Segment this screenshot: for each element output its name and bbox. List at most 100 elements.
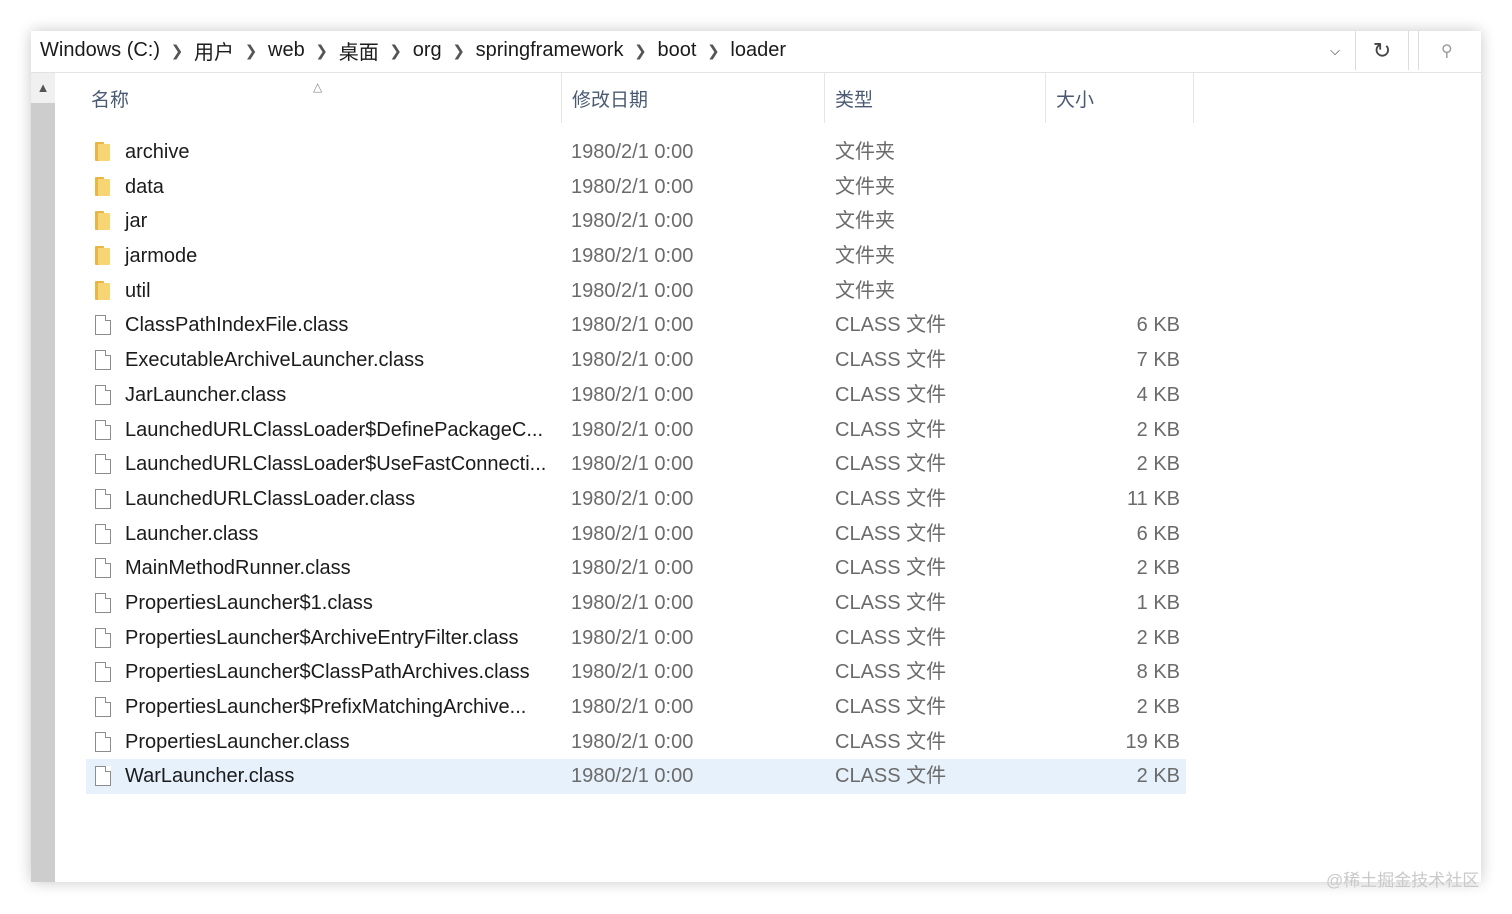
watermark: @稀土掘金技术社区	[1326, 871, 1480, 890]
file-type: 文件夹	[835, 210, 895, 233]
file-type: 文件夹	[835, 175, 895, 198]
file-icon	[95, 766, 111, 787]
file-date: 1980/2/1 0:00	[571, 349, 694, 372]
scroll-up-icon: ▲	[36, 79, 50, 95]
file-date: 1980/2/1 0:00	[571, 696, 694, 718]
file-size: 11 KB	[1127, 487, 1180, 510]
file-date: 1980/2/1 0:00	[571, 661, 694, 684]
file-type: CLASS 文件	[835, 383, 947, 406]
column-header-name[interactable]: 名称	[91, 73, 561, 123]
file-icon	[95, 662, 111, 683]
column-header-size[interactable]: 大小	[1045, 73, 1194, 123]
scroll-up-button[interactable]: ▲	[31, 73, 55, 101]
chevron-right-icon[interactable]: ❯	[445, 42, 473, 60]
address-bar[interactable]: Windows (C:) ❯ 用户 ❯ web ❯ 桌面 ❯ org ❯ spr…	[31, 31, 1481, 73]
file-icon	[95, 558, 111, 579]
file-row[interactable]: JarLauncher.class 1980/2/1 0:00 CLASS 文件 4 …	[86, 378, 1186, 413]
file-row[interactable]: jarmode 1980/2/1 0:00 文件夹	[86, 239, 1186, 274]
file-size: 2 KB	[1136, 418, 1180, 441]
file-icon	[95, 731, 111, 752]
file-name: jarmode	[125, 245, 198, 268]
chevron-right-icon[interactable]: ❯	[699, 42, 727, 60]
file-type: CLASS 文件	[835, 418, 947, 441]
file-name: MainMethodRunner.class	[125, 557, 351, 580]
file-icon	[95, 315, 111, 336]
breadcrumb-item-desktop[interactable]: 桌面	[336, 36, 382, 65]
folder-icon	[95, 142, 110, 161]
file-date: 1980/2/1 0:00	[571, 245, 694, 268]
file-name: Launcher.class	[125, 522, 259, 545]
file-row[interactable]: jar 1980/2/1 0:00 文件夹	[86, 204, 1186, 239]
breadcrumb-item-web[interactable]: web	[265, 39, 308, 62]
file-row[interactable]: LaunchedURLClassLoader$UseFastConnecti..…	[86, 447, 1186, 482]
refresh-icon: ↻	[1372, 37, 1392, 63]
file-name: PropertiesLauncher$ClassPathArchives.cla…	[125, 661, 530, 684]
file-icon	[95, 523, 111, 544]
file-name: PropertiesLauncher$ArchiveEntryFilter.cl…	[125, 626, 519, 649]
file-date: 1980/2/1 0:00	[571, 626, 694, 649]
file-size: 6 KB	[1136, 314, 1180, 337]
file-type: CLASS 文件	[835, 730, 947, 753]
file-row[interactable]: Launcher.class 1980/2/1 0:00 CLASS 文件 6 KB	[86, 517, 1186, 552]
file-row[interactable]: PropertiesLauncher$ClassPathArchives.cla…	[86, 655, 1186, 690]
file-date: 1980/2/1 0:00	[571, 418, 694, 441]
file-name: util	[125, 279, 151, 302]
file-type: CLASS 文件	[835, 314, 947, 337]
file-date: 1980/2/1 0:00	[571, 279, 694, 302]
file-name: archive	[125, 141, 190, 163]
file-row[interactable]: WarLauncher.class 1980/2/1 0:00 CLASS 文件 2 …	[86, 759, 1186, 795]
chevron-right-icon[interactable]: ❯	[163, 42, 191, 60]
file-row[interactable]: archive 1980/2/1 0:00 文件夹	[86, 135, 1186, 170]
breadcrumb-item-loader[interactable]: loader	[727, 39, 789, 62]
file-row[interactable]: MainMethodRunner.class 1980/2/1 0:00 CLASS…	[86, 551, 1186, 586]
search-input[interactable]: ⚲	[1418, 31, 1481, 70]
file-size: 8 KB	[1136, 661, 1180, 684]
file-date: 1980/2/1 0:00	[571, 141, 694, 163]
file-row[interactable]: util 1980/2/1 0:00 文件夹	[86, 274, 1186, 309]
scrollbar-thumb[interactable]	[31, 103, 55, 882]
file-name: data	[125, 175, 164, 198]
chevron-right-icon[interactable]: ❯	[308, 42, 336, 60]
breadcrumb-item-users[interactable]: 用户	[191, 36, 237, 65]
file-row[interactable]: LaunchedURLClassLoader.class 1980/2/1 0:0…	[86, 482, 1186, 517]
file-size: 2 KB	[1136, 696, 1180, 718]
file-date: 1980/2/1 0:00	[571, 453, 694, 476]
chevron-right-icon[interactable]: ❯	[237, 42, 265, 60]
file-row[interactable]: LaunchedURLClassLoader$DefinePackageC...…	[86, 413, 1186, 448]
file-type: CLASS 文件	[835, 453, 947, 476]
file-size: 1 KB	[1136, 591, 1180, 614]
file-row[interactable]: PropertiesLauncher$PrefixMatchingArchive…	[86, 690, 1186, 725]
file-row[interactable]: PropertiesLauncher$ArchiveEntryFilter.cl…	[86, 621, 1186, 656]
file-type: 文件夹	[835, 245, 895, 268]
column-header-date[interactable]: 修改日期	[561, 73, 825, 123]
address-history-dropdown[interactable]: ⌵	[1315, 31, 1355, 70]
breadcrumb-item-org[interactable]: org	[410, 39, 445, 62]
file-date: 1980/2/1 0:00	[571, 210, 694, 233]
refresh-button[interactable]: ↻	[1355, 31, 1409, 70]
file-name: ExecutableArchiveLauncher.class	[125, 349, 425, 372]
chevron-right-icon[interactable]: ❯	[626, 42, 654, 60]
file-row[interactable]: ClassPathIndexFile.class 1980/2/1 0:00 CLA…	[86, 308, 1186, 343]
chevron-right-icon[interactable]: ❯	[382, 42, 410, 60]
file-size: 19 KB	[1125, 730, 1180, 753]
breadcrumb-item-boot[interactable]: boot	[654, 39, 699, 62]
file-name: ClassPathIndexFile.class	[125, 314, 349, 337]
file-row[interactable]: data 1980/2/1 0:00 文件夹	[86, 170, 1186, 205]
breadcrumb-item-springframework[interactable]: springframework	[473, 39, 627, 62]
file-date: 1980/2/1 0:00	[571, 383, 694, 406]
file-icon	[95, 419, 111, 440]
file-size: 2 KB	[1136, 765, 1180, 788]
folder-icon	[95, 211, 110, 231]
file-row[interactable]: ExecutableArchiveLauncher.class 1980/2/1 …	[86, 343, 1186, 378]
file-row[interactable]: PropertiesLauncher.class 1980/2/1 0:00 CLA…	[86, 725, 1186, 760]
file-type: 文件夹	[835, 141, 895, 163]
breadcrumb-item-drive[interactable]: Windows (C:)	[37, 39, 163, 62]
sort-up-icon: △	[313, 80, 323, 94]
file-row[interactable]: PropertiesLauncher$1.class 1980/2/1 0:00 C…	[86, 586, 1186, 621]
column-header-type[interactable]: 类型	[824, 73, 1046, 123]
search-icon: ⚲	[1441, 42, 1453, 60]
file-type: CLASS 文件	[835, 591, 947, 614]
file-type: CLASS 文件	[835, 487, 947, 510]
file-list: archive 1980/2/1 0:00 文件夹 data 1980/2/1 0:00…	[86, 135, 1186, 795]
file-icon	[95, 384, 111, 405]
